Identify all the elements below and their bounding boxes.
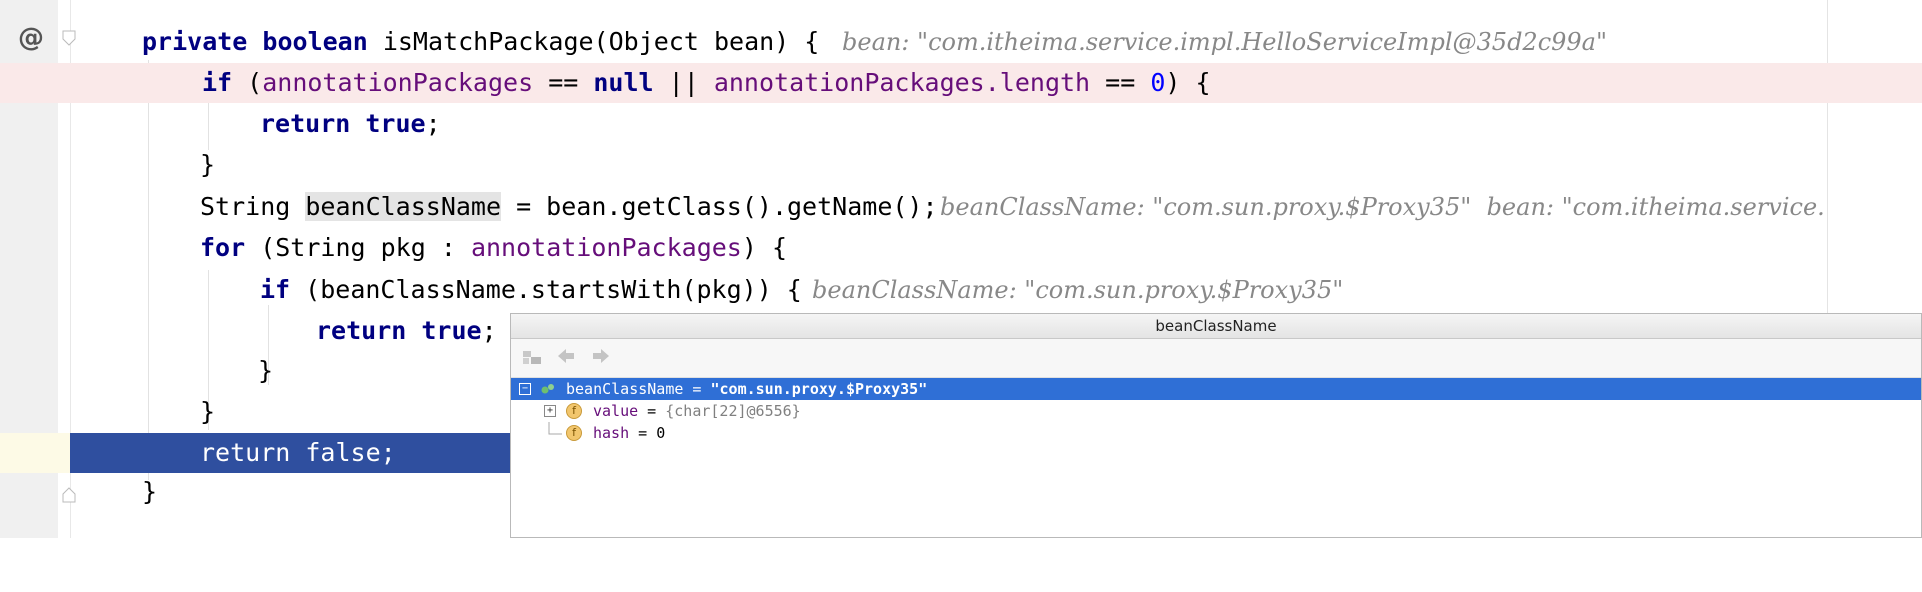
code-line-6: for (String pkg : annotationPackages) { xyxy=(0,228,1922,268)
code-text: ; xyxy=(380,438,396,467)
code-text: ; xyxy=(425,109,441,138)
keyword: return xyxy=(260,109,351,138)
code-text: ( xyxy=(232,68,263,97)
highlighted-variable[interactable]: beanClassName xyxy=(305,192,502,221)
keyword: if xyxy=(260,275,291,304)
code-text: } xyxy=(142,477,158,506)
code-text: (String pkg : xyxy=(245,233,471,262)
field-ref: annotationPackages xyxy=(713,68,985,97)
keyword: false xyxy=(305,438,381,467)
code-text: == xyxy=(1090,68,1151,97)
code-line-7: if (beanClassName.startsWith(pkg)) { bea… xyxy=(0,270,1922,310)
code-text: ) { xyxy=(1165,68,1211,97)
code-text: String xyxy=(200,192,306,221)
variable-name: beanClassName xyxy=(566,380,684,398)
popup-title[interactable]: beanClassName xyxy=(511,314,1921,339)
code-line-4: } xyxy=(0,145,1922,185)
field-ref: annotationPackages xyxy=(262,68,534,97)
field-ref: .length xyxy=(984,68,1091,97)
code-line-5: String beanClassName = bean.getClass().g… xyxy=(0,187,1922,227)
view-tree-icon[interactable] xyxy=(521,348,543,368)
keyword: true xyxy=(365,109,426,138)
field-icon: f xyxy=(566,403,582,419)
code-text: ) { xyxy=(741,233,788,262)
inline-debug-value: beanClassName: "com.sun.proxy.$Proxy35" xyxy=(812,276,1344,304)
tree-row-hash[interactable]: f hash = 0 xyxy=(511,422,1921,444)
code-line-11-execution-point: return false; xyxy=(70,433,510,473)
code-text: (beanClassName.startsWith(pkg)) { xyxy=(290,275,802,304)
expand-icon[interactable]: + xyxy=(544,405,556,417)
tree-connector xyxy=(548,422,562,435)
keyword: null xyxy=(593,68,654,97)
variable-icon xyxy=(541,384,554,394)
keyword: if xyxy=(202,68,233,97)
code-text: == xyxy=(533,68,594,97)
equals-sign: = xyxy=(629,424,657,442)
popup-toolbar xyxy=(511,339,1921,378)
code-text: || xyxy=(653,68,714,97)
code-text: ; xyxy=(481,316,497,345)
keyword: boolean xyxy=(262,27,368,56)
keyword: return xyxy=(200,438,291,467)
evaluate-popup[interactable]: beanClassName − beanClassName = "com.sun… xyxy=(510,313,1922,538)
code-text: } xyxy=(258,356,274,385)
inline-debug-value: beanClassName: "com.sun.proxy.$Proxy35" … xyxy=(940,193,1825,221)
field-ref: annotationPackages xyxy=(470,233,742,262)
code-text: } xyxy=(200,397,216,426)
equals-sign: = xyxy=(638,402,666,420)
tree-row-root[interactable]: − beanClassName = "com.sun.proxy.$Proxy3… xyxy=(511,378,1921,400)
equals-sign: = xyxy=(683,380,711,398)
method-signature: isMatchPackage(Object bean) { xyxy=(367,27,820,56)
code-line-2-breakpoint: if (annotationPackages == null || annota… xyxy=(0,63,1922,103)
code-text: = bean.getClass().getName(); xyxy=(501,192,938,221)
collapse-icon[interactable]: − xyxy=(519,383,531,395)
variables-tree[interactable]: − beanClassName = "com.sun.proxy.$Proxy3… xyxy=(511,378,1921,444)
keyword: return xyxy=(316,316,407,345)
field-value: 0 xyxy=(656,424,666,442)
field-icon: f xyxy=(566,425,582,441)
code-line-3: return true; xyxy=(0,104,1922,144)
code-line-1: private boolean isMatchPackage(Object be… xyxy=(0,22,1922,62)
keyword: for xyxy=(200,233,246,262)
code-text: } xyxy=(200,150,216,179)
field-name: value xyxy=(593,402,639,420)
forward-arrow-icon[interactable] xyxy=(590,348,612,368)
keyword: private xyxy=(142,27,248,56)
field-name: hash xyxy=(593,424,630,442)
inline-debug-value: bean: "com.itheima.service.impl.HelloSer… xyxy=(842,28,1608,56)
number-literal: 0 xyxy=(1150,68,1166,97)
variable-value: "com.sun.proxy.$Proxy35" xyxy=(710,380,928,398)
field-value: {char[22]@6556} xyxy=(665,402,801,420)
back-arrow-icon[interactable] xyxy=(555,348,577,368)
tree-row-value[interactable]: + f value = {char[22]@6556} xyxy=(511,400,1921,422)
keyword: true xyxy=(421,316,482,345)
